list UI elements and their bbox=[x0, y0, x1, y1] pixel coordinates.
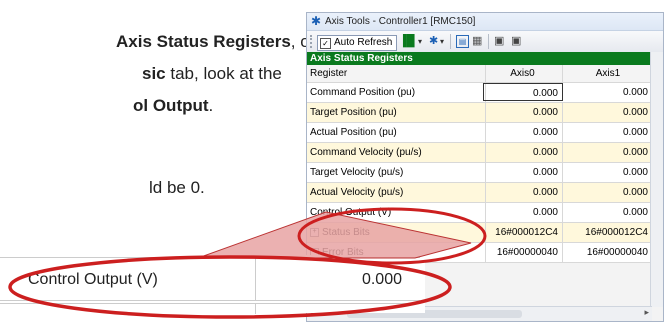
column-header-axis1[interactable]: Axis1 bbox=[564, 65, 652, 84]
axis0-value[interactable]: 0.000 bbox=[483, 103, 563, 122]
axis-tool-icon[interactable]: ✱ bbox=[429, 35, 438, 48]
column-header-register[interactable]: Register bbox=[307, 65, 486, 84]
axis1-value[interactable]: 0.000 bbox=[564, 123, 652, 142]
checkbox-icon[interactable]: ✓ bbox=[320, 37, 331, 49]
export-icon[interactable]: ▣ bbox=[494, 35, 504, 48]
axis0-value[interactable]: 0.000 bbox=[483, 143, 563, 162]
axis0-value[interactable]: 16#000012C4 bbox=[483, 223, 563, 242]
bar-graph-icon[interactable]: ▐█ bbox=[399, 35, 415, 48]
zoomed-row: Control Output (V) 0.000 bbox=[0, 257, 420, 301]
axis1-value[interactable]: 0.000 bbox=[564, 143, 652, 162]
register-name: Target Position (pu) bbox=[307, 103, 486, 122]
table-view-icon[interactable]: ▤ bbox=[456, 35, 469, 48]
axis1-value[interactable]: 0.000 bbox=[564, 183, 652, 202]
doc-line-4: ld be 0. bbox=[149, 178, 205, 197]
table-row-control-output[interactable]: Control Output (V) 0.000 0.000 bbox=[307, 203, 652, 223]
toolbar-separator bbox=[488, 34, 489, 49]
register-name: Actual Position (pu) bbox=[307, 123, 486, 142]
register-table: Register Axis0 Axis1 Command Position (p… bbox=[307, 65, 652, 263]
axis1-value[interactable]: 16#000012C4 bbox=[564, 223, 652, 242]
instruction-text: Axis Status Registers, on sic tab, look … bbox=[0, 0, 319, 200]
zoom-callout: Control Output (V) 0.000 bbox=[0, 255, 425, 314]
axis1-value[interactable]: 0.000 bbox=[564, 103, 652, 122]
doc-line-2: sic tab, look at the bbox=[142, 64, 282, 83]
table-row[interactable]: Target Position (pu) 0.000 0.000 bbox=[307, 103, 652, 123]
axis0-value[interactable]: 0.000 bbox=[483, 163, 563, 182]
table-header: Register Axis0 Axis1 bbox=[307, 65, 652, 84]
axis0-value[interactable]: 0.000 bbox=[483, 203, 563, 222]
title-bar: ✱ Axis Tools - Controller1 [RMC150] bbox=[307, 13, 663, 31]
table-row[interactable]: Command Velocity (pu/s) 0.000 0.000 bbox=[307, 143, 652, 163]
auto-refresh-toggle[interactable]: ✓ Auto Refresh bbox=[317, 35, 398, 51]
axis0-value[interactable]: 0.000 bbox=[483, 123, 563, 142]
doc-line-1: Axis Status Registers, on bbox=[116, 32, 320, 51]
toolbar: ✓ Auto Refresh ▐█ ▾ ✱ ▾ ▤ ▦ ▣ ▣ bbox=[307, 31, 663, 53]
zoomed-register-value: 0.000 bbox=[361, 271, 402, 288]
axis0-value[interactable]: 0.000 bbox=[483, 83, 563, 101]
table-row[interactable]: Actual Position (pu) 0.000 0.000 bbox=[307, 123, 652, 143]
grid-view-icon[interactable]: ▦ bbox=[472, 35, 482, 48]
auto-refresh-label: Auto Refresh bbox=[334, 37, 393, 48]
table-row[interactable]: Actual Velocity (pu/s) 0.000 0.000 bbox=[307, 183, 652, 203]
scroll-right-icon[interactable]: ▸ bbox=[644, 307, 649, 318]
register-name: Control Output (V) bbox=[307, 203, 486, 222]
expand-icon[interactable]: + bbox=[310, 227, 319, 237]
register-name: Command Velocity (pu/s) bbox=[307, 143, 486, 162]
doc-line-3: ol Output. bbox=[133, 96, 214, 115]
register-name: Command Position (pu) bbox=[307, 83, 486, 102]
axis-tools-icon: ✱ bbox=[311, 14, 322, 28]
axis1-value[interactable]: 0.000 bbox=[564, 163, 652, 182]
dropdown-arrow-icon[interactable]: ▾ bbox=[440, 35, 444, 48]
section-header: Axis Status Registers bbox=[307, 52, 652, 65]
axis1-value[interactable]: 0.000 bbox=[564, 203, 652, 222]
register-name: Target Velocity (pu/s) bbox=[307, 163, 486, 182]
axis0-value[interactable]: 16#00000040 bbox=[483, 243, 563, 262]
zoomed-next-row bbox=[0, 303, 420, 314]
register-name: + Status Bits bbox=[307, 223, 486, 242]
toolbar-separator bbox=[450, 34, 451, 49]
window-title: Axis Tools - Controller1 [RMC150] bbox=[325, 16, 476, 27]
zoomed-register-label: Control Output (V) bbox=[28, 271, 158, 288]
vertical-scrollbar[interactable] bbox=[650, 52, 663, 307]
axis1-value[interactable]: 16#00000040 bbox=[564, 243, 652, 262]
axis1-value[interactable]: 0.000 bbox=[564, 83, 652, 102]
import-icon[interactable]: ▣ bbox=[511, 35, 521, 48]
table-row[interactable]: + Status Bits 16#000012C4 16#000012C4 bbox=[307, 223, 652, 243]
axis0-value[interactable]: 0.000 bbox=[483, 183, 563, 202]
dropdown-arrow-icon[interactable]: ▾ bbox=[418, 35, 422, 48]
zoomed-divider bbox=[255, 258, 256, 300]
table-row[interactable]: Command Position (pu) 0.000 0.000 bbox=[307, 83, 652, 103]
toolbar-grip[interactable] bbox=[310, 35, 314, 48]
table-row[interactable]: Target Velocity (pu/s) 0.000 0.000 bbox=[307, 163, 652, 183]
register-name: Actual Velocity (pu/s) bbox=[307, 183, 486, 202]
column-header-axis0[interactable]: Axis0 bbox=[483, 65, 563, 84]
